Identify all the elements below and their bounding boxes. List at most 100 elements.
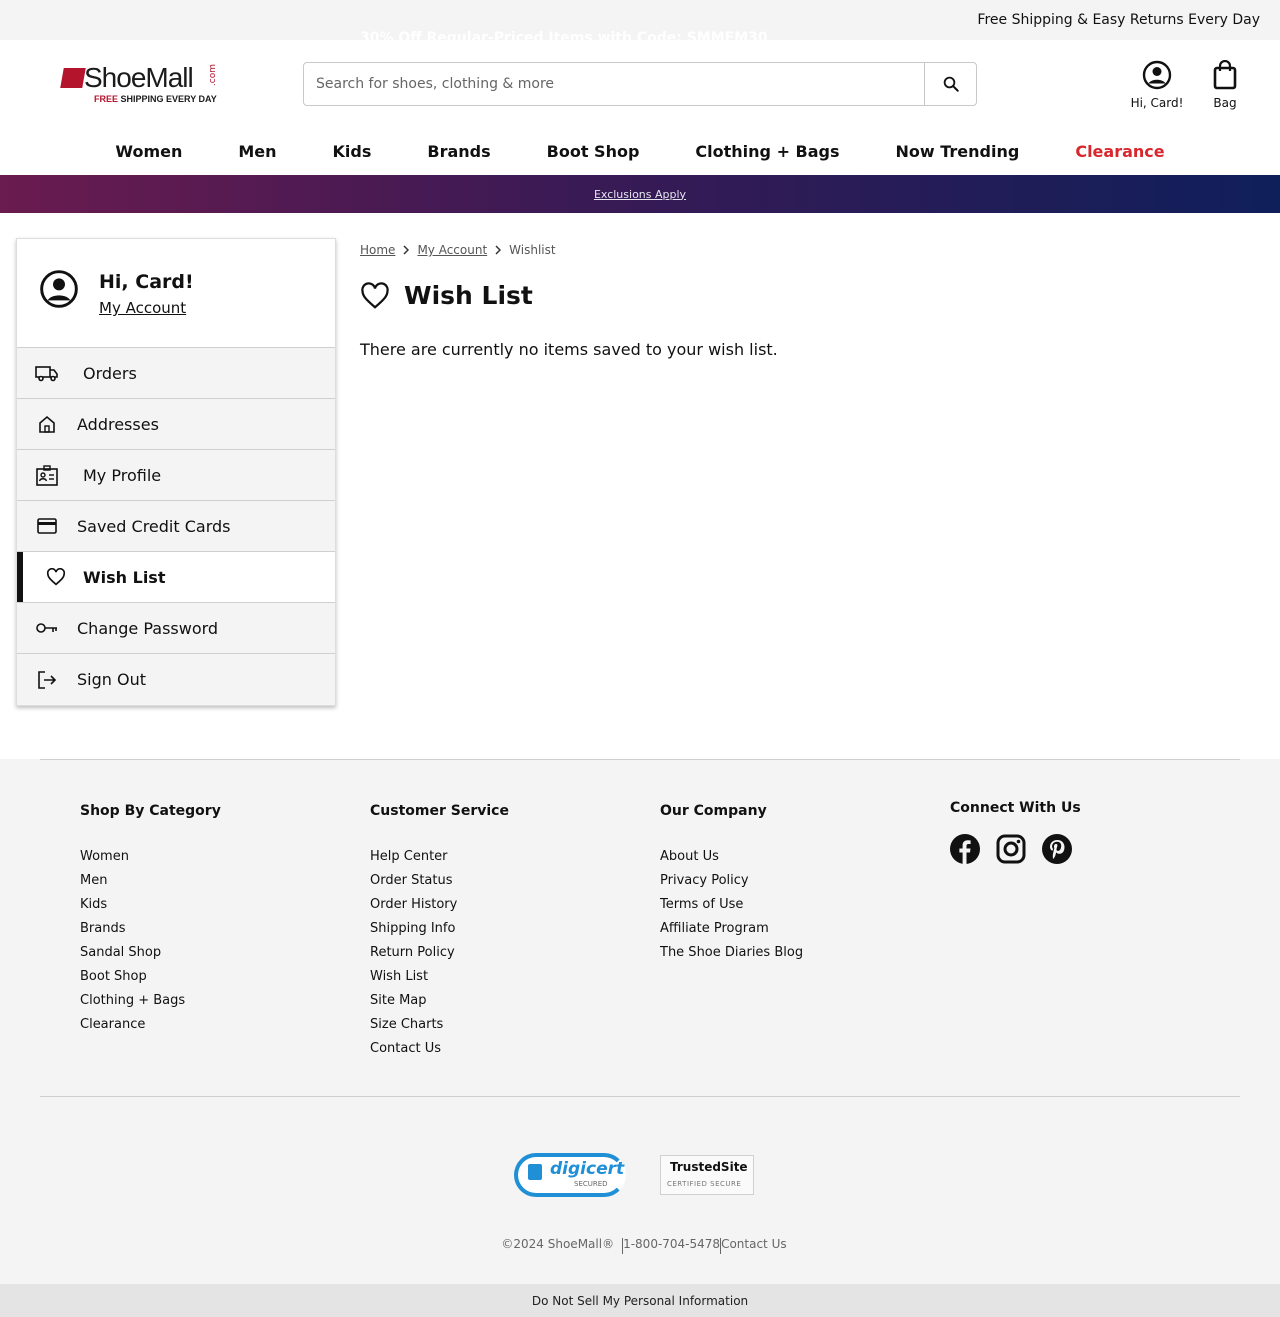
footer-connect: Connect With Us	[950, 800, 1081, 864]
free-shipping-text: Free Shipping & Easy Returns Every Day	[977, 12, 1260, 28]
footer-link[interactable]: Shipping Info	[370, 921, 509, 945]
chevron-right-icon	[403, 245, 410, 255]
search-button[interactable]	[924, 63, 976, 105]
footer-link[interactable]: Terms of Use	[660, 897, 803, 921]
footer-link[interactable]: Return Policy	[370, 945, 509, 969]
footer-link[interactable]: Privacy Policy	[660, 873, 803, 897]
breadcrumb: Home My Account Wishlist	[360, 243, 778, 257]
footer-link[interactable]: About Us	[660, 849, 803, 873]
security-badges: digicert SECURED TrustedSite CERTIFIED S…	[514, 1151, 754, 1199]
main-navigation: Women Men Kids Brands Boot Shop Clothing…	[0, 128, 1280, 175]
home-icon	[39, 415, 55, 433]
footer-link[interactable]: Order Status	[370, 873, 509, 897]
footer-link[interactable]: The Shoe Diaries Blog	[660, 945, 803, 969]
user-circle-icon	[40, 270, 78, 308]
nav-men[interactable]: Men	[210, 142, 304, 161]
footer-link[interactable]: Help Center	[370, 849, 509, 873]
heart-icon	[46, 568, 66, 586]
logo-wordmark: ShoeMall	[84, 62, 194, 93]
do-not-sell-link[interactable]: Do Not Sell My Personal Information	[532, 1294, 748, 1308]
nav-kids[interactable]: Kids	[305, 142, 400, 161]
sidebar-item-change-password[interactable]: Change Password	[17, 603, 335, 654]
pinterest-icon[interactable]	[1042, 834, 1072, 864]
footer-heading: Customer Service	[370, 803, 509, 819]
nav-clothing-bags[interactable]: Clothing + Bags	[667, 142, 867, 161]
account-button[interactable]: Hi, Card!	[1126, 60, 1188, 110]
nav-clearance[interactable]: Clearance	[1047, 142, 1192, 161]
sidebar-item-wish-list[interactable]: Wish List	[17, 552, 335, 603]
footer-heading: Our Company	[660, 803, 767, 819]
footer-heading: Shop By Category	[80, 803, 221, 819]
user-circle-icon	[1142, 60, 1172, 90]
footer-link[interactable]: Affiliate Program	[660, 921, 803, 945]
footer-link[interactable]: Order History	[370, 897, 509, 921]
sidebar-item-orders[interactable]: Orders	[17, 348, 335, 399]
footer-link[interactable]: Clothing + Bags	[80, 993, 221, 1017]
footer-link[interactable]: Clearance	[80, 1017, 221, 1041]
sidebar-item-label: Change Password	[77, 618, 219, 638]
sidebar-item-label: Orders	[83, 363, 137, 383]
sidebar-item-label: Wish List	[83, 567, 166, 587]
empty-wishlist-message: There are currently no items saved to yo…	[360, 340, 778, 359]
footer-heading: Connect With Us	[950, 800, 1081, 816]
footer-link[interactable]: Kids	[80, 897, 221, 921]
account-label: Hi, Card!	[1130, 96, 1184, 110]
credit-card-icon	[37, 518, 57, 534]
my-account-link[interactable]: My Account	[99, 299, 186, 317]
facebook-icon[interactable]	[950, 834, 980, 864]
footer-link[interactable]: Women	[80, 849, 221, 873]
instagram-icon[interactable]	[996, 834, 1026, 864]
footer-divider	[40, 759, 1240, 760]
breadcrumb-current: Wishlist	[509, 243, 556, 257]
promo-text: 30% Off Regular-Priced Items with Code: …	[360, 30, 768, 46]
search-icon	[943, 76, 959, 92]
shoemall-logo[interactable]: ShoeMall .com FREE SHIPPING EVERY DAY	[60, 62, 222, 108]
shopping-bag-icon	[1213, 60, 1237, 90]
search-input[interactable]	[304, 63, 924, 105]
contact-us-link[interactable]: Contact Us	[721, 1237, 787, 1254]
sign-out-icon	[38, 670, 57, 689]
sidebar-item-my-profile[interactable]: My Profile	[17, 450, 335, 501]
digicert-seal[interactable]: digicert SECURED	[514, 1151, 630, 1199]
nav-brands[interactable]: Brands	[399, 142, 518, 161]
footer-link[interactable]: Size Charts	[370, 1017, 509, 1041]
footer-link[interactable]: Contact Us	[370, 1041, 509, 1065]
page-content: Hi, Card! My Account Orders Addresses My…	[0, 213, 1280, 759]
footer-link[interactable]: Sandal Shop	[80, 945, 221, 969]
exclusions-link[interactable]: Exclusions Apply	[594, 188, 686, 201]
page-title: Wish List	[404, 281, 533, 310]
logo-mark	[60, 68, 86, 88]
lock-icon	[528, 1164, 542, 1180]
sidebar-item-label: Saved Credit Cards	[77, 516, 231, 536]
footer-link[interactable]: Wish List	[370, 969, 509, 993]
trustedsite-seal[interactable]: TrustedSite CERTIFIED SECURE	[660, 1155, 754, 1195]
bag-label: Bag	[1213, 96, 1237, 110]
footer-our-company: Our Company About Us Privacy Policy Term…	[660, 803, 803, 969]
footer-link[interactable]: Men	[80, 873, 221, 897]
footer-customer-service: Customer Service Help Center Order Statu…	[370, 803, 509, 1065]
sidebar-item-sign-out[interactable]: Sign Out	[17, 654, 335, 705]
phone-link[interactable]: 1-800-704-5478	[623, 1237, 720, 1254]
promo-banner: 30% Off Regular-Priced Items with Code: …	[0, 30, 1280, 213]
social-links	[950, 834, 1081, 864]
sidebar-item-addresses[interactable]: Addresses	[17, 399, 335, 450]
nav-now-trending[interactable]: Now Trending	[868, 142, 1048, 161]
sidebar-item-saved-credit-cards[interactable]: Saved Credit Cards	[17, 501, 335, 552]
sidebar-item-label: Sign Out	[77, 670, 146, 689]
logo-tagline: FREE SHIPPING EVERY DAY	[94, 94, 217, 104]
sidebar-item-label: My Profile	[83, 465, 162, 485]
page-title-row: Wish List	[360, 281, 778, 310]
heart-icon	[361, 281, 389, 309]
nav-women[interactable]: Women	[87, 142, 210, 161]
breadcrumb-my-account[interactable]: My Account	[417, 243, 487, 257]
footer-link[interactable]: Boot Shop	[80, 969, 221, 993]
truck-icon	[35, 366, 58, 382]
main-panel: Home My Account Wishlist Wish List There…	[360, 243, 778, 359]
bag-button[interactable]: Bag	[1204, 60, 1246, 110]
footer-link[interactable]: Site Map	[370, 993, 509, 1017]
nav-boot-shop[interactable]: Boot Shop	[519, 142, 668, 161]
breadcrumb-home[interactable]: Home	[360, 243, 395, 257]
site-header: ShoeMall .com FREE SHIPPING EVERY DAY Hi…	[0, 40, 1280, 128]
site-footer: Shop By Category Women Men Kids Brands S…	[0, 759, 1280, 1284]
footer-link[interactable]: Brands	[80, 921, 221, 945]
